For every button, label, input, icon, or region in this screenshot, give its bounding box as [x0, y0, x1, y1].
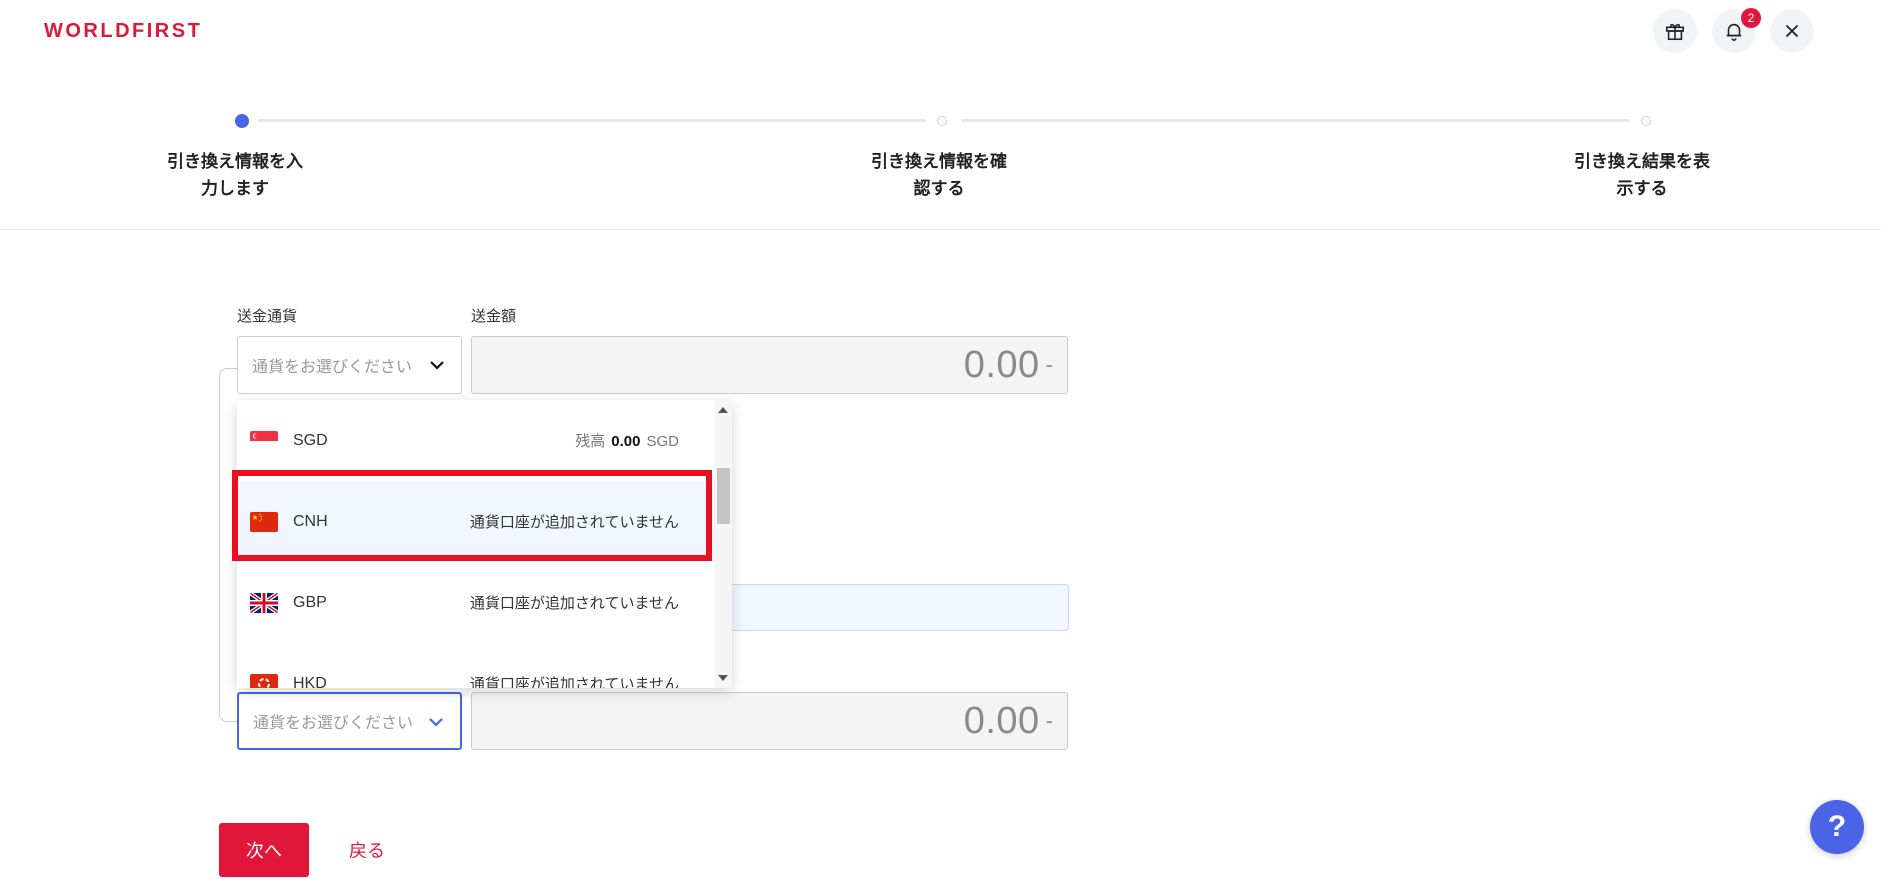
- currency-code: GBP: [293, 593, 327, 611]
- close-button[interactable]: [1770, 9, 1814, 53]
- step-label-input: 引き換え情報を入 力します: [167, 152, 303, 199]
- section-divider: [0, 229, 1881, 230]
- receive-amount-input[interactable]: 0.00 -: [471, 692, 1068, 750]
- next-button[interactable]: 次へ: [219, 823, 309, 877]
- currency-option-sgd[interactable]: SGD 残高 0.00 SGD: [237, 400, 715, 481]
- send-amount-suffix: -: [1045, 352, 1053, 377]
- worldfirst-logo[interactable]: WORLDFIRST: [44, 20, 202, 43]
- send-currency-label: 送金通貨: [237, 307, 298, 325]
- scroll-down-arrow-icon[interactable]: [718, 675, 728, 681]
- sg-flag-icon: [250, 430, 278, 451]
- currency-code: HKD: [293, 674, 327, 689]
- step-label-confirm: 引き換え情報を確 認する: [871, 152, 1007, 199]
- send-amount-label: 送金額: [471, 307, 517, 325]
- hk-flag-icon: [250, 673, 278, 688]
- cn-flag-icon: [250, 511, 278, 532]
- receive-amount-value: 0.00: [963, 699, 1040, 742]
- chevron-down-icon: [429, 718, 443, 727]
- send-amount-input[interactable]: 0.00 -: [471, 336, 1068, 394]
- notification-badge: 2: [1741, 8, 1761, 28]
- step-label-result: 引き換え結果を表 示する: [1574, 152, 1710, 199]
- currency-code: SGD: [293, 431, 328, 449]
- dropdown-scrollbar[interactable]: [715, 400, 732, 688]
- currency-status: 通貨口座が追加されていません: [469, 594, 679, 612]
- step-dot-active: [235, 114, 249, 128]
- step-dot-3: [1641, 116, 1651, 126]
- currency-dropdown[interactable]: SGD 残高 0.00 SGD CNH 通貨口座が追加されていません GBP 通…: [237, 400, 732, 688]
- gb-flag-icon: [250, 592, 278, 613]
- send-amount-value: 0.00: [963, 343, 1040, 386]
- currency-balance: 残高 0.00 SGD: [575, 432, 679, 450]
- stepper-line-1: [258, 119, 926, 122]
- currency-option-hkd[interactable]: HKD 通貨口座が追加されていません: [237, 643, 715, 688]
- currency-option-cnh[interactable]: CNH 通貨口座が追加されていません: [237, 481, 715, 562]
- notifications-button[interactable]: 2: [1712, 8, 1761, 53]
- currency-option-gbp[interactable]: GBP 通貨口座が追加されていません: [237, 562, 715, 643]
- receive-currency-placeholder: 通貨をお選びください: [253, 713, 414, 732]
- send-currency-placeholder: 通貨をお選びください: [252, 357, 413, 376]
- step-dot-2: [937, 116, 947, 126]
- receive-amount-suffix: -: [1045, 708, 1053, 733]
- send-currency-select[interactable]: 通貨をお選びください: [237, 336, 462, 394]
- gift-icon: [1665, 23, 1685, 41]
- currency-status: 通貨口座が追加されていません: [469, 513, 679, 531]
- help-icon: ?: [1827, 810, 1847, 843]
- close-icon: [1785, 24, 1799, 38]
- stepper-line-2: [961, 119, 1629, 122]
- gift-button[interactable]: [1653, 9, 1697, 53]
- help-button[interactable]: ?: [1810, 800, 1864, 854]
- currency-status: 通貨口座が追加されていません: [469, 675, 679, 688]
- currency-code: CNH: [293, 512, 328, 530]
- back-link[interactable]: 戻る: [349, 837, 385, 863]
- receive-currency-select[interactable]: 通貨をお選びください: [237, 692, 462, 750]
- rate-info-strip: [720, 584, 1069, 631]
- scroll-up-arrow-icon[interactable]: [718, 407, 728, 413]
- chevron-down-icon: [430, 361, 444, 370]
- scrollbar-thumb[interactable]: [717, 468, 730, 524]
